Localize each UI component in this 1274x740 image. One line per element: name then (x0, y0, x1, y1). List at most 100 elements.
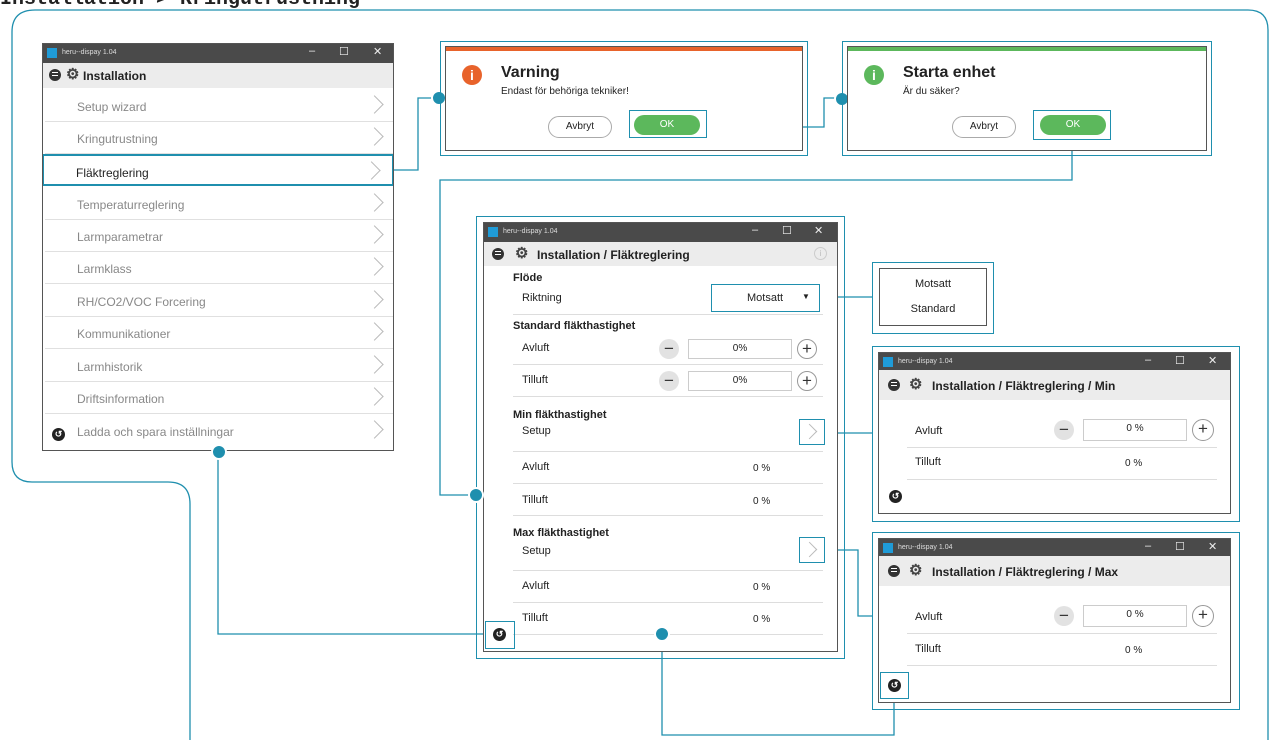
min-setup-button[interactable] (799, 419, 825, 445)
section-title: Flöde (513, 272, 543, 284)
menu-item-temperaturreglering[interactable]: Temperaturreglering (45, 188, 393, 220)
info-icon[interactable]: i (814, 247, 827, 260)
option-standard[interactable]: Standard (880, 303, 986, 315)
cancel-button[interactable]: Avbryt (548, 116, 612, 138)
minimize-button[interactable]: – (1145, 540, 1151, 552)
gear-icon: ⚙ (909, 376, 923, 393)
increase-button[interactable]: + (797, 371, 817, 391)
value-field[interactable]: 0% (688, 339, 792, 359)
close-button[interactable]: ✕ (814, 224, 823, 237)
chevron-right-icon (365, 127, 384, 146)
page-title: Installation > Kringutrustning (0, 0, 360, 11)
app-title: heru--dispay 1.04 (898, 358, 953, 365)
dialog-message: Är du säker? (903, 86, 960, 97)
chevron-right-icon (362, 161, 381, 180)
row-label: Tilluft (522, 374, 548, 386)
warning-accent-bar (446, 47, 802, 51)
menu-item-forcering[interactable]: RH/CO2/VOC Forcering (45, 285, 393, 317)
connector-dot (654, 626, 670, 642)
menu-item-larmklass[interactable]: Larmklass (45, 252, 393, 284)
max-speed-window: heru--dispay 1.04 – ☐ ✕ ⚙ Installation /… (878, 538, 1231, 703)
menu-icon[interactable] (49, 69, 61, 81)
window-header: ⚙ Installation / Fläktreglering / Min (879, 370, 1230, 400)
title-bar: heru--dispay 1.04 – ☐ ✕ (879, 539, 1230, 556)
increase-button[interactable]: + (797, 339, 817, 359)
option-motsatt[interactable]: Motsatt (880, 278, 986, 290)
decrease-button[interactable]: − (659, 339, 679, 359)
dialog-title: Starta enhet (903, 64, 996, 81)
value-field[interactable]: 0% (688, 371, 792, 391)
start-dialog: i Starta enhet Är du säker? Avbryt OK (847, 46, 1207, 151)
back-icon[interactable]: ↺ (888, 679, 901, 692)
menu-item-larmhistorik[interactable]: Larmhistorik (45, 350, 393, 382)
row-label: Tilluft (915, 643, 941, 655)
menu-item-larmparametrar[interactable]: Larmparametrar (45, 220, 393, 252)
menu-icon[interactable] (888, 379, 900, 391)
back-icon[interactable]: ↺ (493, 628, 506, 641)
chevron-right-icon (365, 225, 384, 244)
menu-icon[interactable] (492, 248, 504, 260)
value-field[interactable]: 0 % (1083, 605, 1187, 627)
window-title: Installation (83, 69, 147, 83)
window-title: Installation / Fläktreglering (537, 248, 690, 262)
divider (513, 483, 823, 484)
row-value: 0 % (753, 582, 771, 593)
increase-button[interactable]: + (1192, 605, 1214, 627)
connector-main-back (217, 451, 486, 635)
increase-button[interactable]: + (1192, 419, 1214, 441)
menu-item-kommunikationer[interactable]: Kommunikationer (45, 317, 393, 349)
menu-item-label: Driftsinformation (77, 392, 165, 406)
divider (907, 479, 1217, 480)
back-icon[interactable]: ↺ (889, 490, 902, 503)
menu-item-label: Fläktreglering (76, 166, 149, 180)
direction-dropdown[interactable]: Motsatt ▼ (711, 284, 820, 312)
title-bar: heru--dispay 1.04 – ☐ ✕ (43, 44, 393, 63)
row-label: Tilluft (522, 612, 548, 624)
maximize-button[interactable]: ☐ (339, 45, 349, 58)
gear-icon: ⚙ (909, 562, 923, 579)
menu-item-setup-wizard[interactable]: Setup wizard (45, 90, 393, 122)
window-header: ⚙ Installation / Fläktreglering / Max (879, 556, 1230, 586)
warning-dialog: i Varning Endast för behöriga tekniker! … (445, 46, 803, 151)
back-icon[interactable]: ↺ (52, 428, 65, 441)
minimize-button[interactable]: – (1145, 354, 1151, 366)
window-header: ⚙ Installation (43, 63, 393, 88)
close-button[interactable]: ✕ (373, 45, 382, 58)
divider (513, 451, 823, 452)
window-header: ⚙ Installation / Fläktreglering i (484, 242, 837, 266)
max-setup-button[interactable] (799, 537, 825, 563)
gear-icon: ⚙ (515, 245, 529, 262)
cancel-button[interactable]: Avbryt (952, 116, 1016, 138)
app-icon (883, 357, 893, 367)
connector-dot (211, 444, 227, 460)
menu-item-label: Larmklass (77, 262, 132, 276)
chevron-right-icon (365, 257, 384, 276)
minimize-button[interactable]: – (309, 45, 315, 57)
dropdown-options: Motsatt Standard (879, 268, 987, 326)
menu-item-driftsinformation[interactable]: Driftsinformation (45, 382, 393, 414)
maximize-button[interactable]: ☐ (1175, 540, 1185, 553)
main-window: heru--dispay 1.04 – ☐ ✕ ⚙ Installation S… (42, 43, 394, 451)
menu-item-flaktreglering[interactable]: Fläktreglering (43, 154, 393, 186)
divider (907, 447, 1217, 448)
menu-item-kringutrustning[interactable]: Kringutrustning (45, 122, 393, 154)
menu-item-ladda-spara[interactable]: Ladda och spara inställningar (45, 415, 393, 447)
divider (513, 515, 823, 516)
close-button[interactable]: ✕ (1208, 354, 1217, 367)
decrease-button[interactable]: − (1054, 606, 1074, 626)
row-label: Avluft (522, 342, 550, 354)
chevron-right-icon (365, 387, 384, 406)
value-field[interactable]: 0 % (1083, 419, 1187, 441)
row-label: Setup (522, 545, 551, 557)
menu-icon[interactable] (888, 565, 900, 577)
minimize-button[interactable]: – (752, 224, 758, 236)
decrease-button[interactable]: − (659, 371, 679, 391)
row-value: 0 % (753, 463, 771, 474)
divider (513, 314, 823, 315)
min-speed-window: heru--dispay 1.04 – ☐ ✕ ⚙ Installation /… (878, 352, 1231, 514)
maximize-button[interactable]: ☐ (782, 224, 792, 237)
close-button[interactable]: ✕ (1208, 540, 1217, 553)
maximize-button[interactable]: ☐ (1175, 354, 1185, 367)
decrease-button[interactable]: − (1054, 420, 1074, 440)
connector-flakt-to-warning (394, 97, 440, 171)
